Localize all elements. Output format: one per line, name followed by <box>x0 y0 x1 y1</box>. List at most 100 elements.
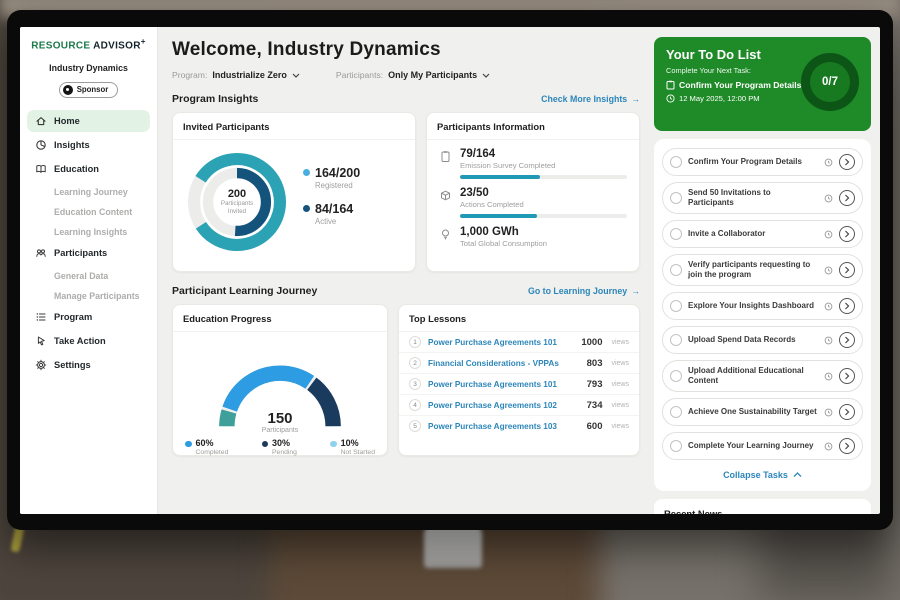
task-open-button[interactable] <box>839 404 855 420</box>
task-checkbox[interactable] <box>670 334 682 346</box>
sidebar-item-insights[interactable]: Insights <box>27 134 150 156</box>
invited-donut-chart: 200 Participants Invited <box>181 146 293 258</box>
todo-tasks-card: Confirm Your Program Details Send 50 Inv… <box>654 139 871 491</box>
sidebar-item-label: Settings <box>54 360 91 370</box>
chevron-down-icon <box>482 73 490 78</box>
arrow-right-icon: → <box>631 94 640 104</box>
sidebar-item-label: Education <box>54 164 99 174</box>
sidebar-subitem-label: Education Content <box>54 207 132 217</box>
task-open-button[interactable] <box>839 190 855 206</box>
chevron-up-icon <box>793 472 802 478</box>
sidebar-subitem-label: Manage Participants <box>54 291 140 301</box>
task-row[interactable]: Explore Your Insights Dashboard <box>662 292 863 320</box>
emission-survey-stat: 79/164 Emission Survey Completed <box>427 140 639 179</box>
sidebar-item-general-data[interactable]: General Data <box>27 266 150 286</box>
task-checkbox[interactable] <box>670 300 682 312</box>
stat-label: Total Global Consumption <box>460 239 627 248</box>
lesson-link[interactable]: Power Purchase Agreements 102 <box>428 401 580 410</box>
task-open-button[interactable] <box>839 154 855 170</box>
task-checkbox[interactable] <box>670 440 682 452</box>
participants-value: Only My Participants <box>388 70 477 80</box>
dashboard-screen: RESOURCE ADVISOR+ Industry Dynamics Spon… <box>20 27 880 514</box>
sponsor-badge-label: Sponsor <box>77 85 109 94</box>
task-label: Send 50 Invitations to Participants <box>688 188 818 208</box>
sidebar-item-label: Program <box>54 312 92 322</box>
stat-label: Actions Completed <box>460 200 627 209</box>
filter-bar: Program: Industrialize Zero Participants… <box>172 70 640 80</box>
invited-participants-title: Invited Participants <box>173 113 415 140</box>
sidebar-subitem-label: Learning Journey <box>54 187 128 197</box>
invited-center-label: Participants <box>221 200 253 207</box>
book-icon <box>35 163 47 175</box>
task-row[interactable]: Send 50 Invitations to Participants <box>662 182 863 214</box>
lesson-rank: 4 <box>409 399 421 411</box>
lesson-views: 1000 <box>581 337 602 348</box>
sidebar-item-take-action[interactable]: Take Action <box>27 330 150 352</box>
task-checkbox[interactable] <box>670 192 682 204</box>
page-title: Welcome, Industry Dynamics <box>172 39 640 61</box>
program-dropdown[interactable]: Program: Industrialize Zero <box>172 70 300 80</box>
sidebar-item-learning-journey[interactable]: Learning Journey <box>27 182 150 202</box>
lesson-rank: 5 <box>409 420 421 432</box>
task-open-button[interactable] <box>839 262 855 278</box>
sidebar-item-participants[interactable]: Participants <box>27 242 150 264</box>
task-row[interactable]: Upload Spend Data Records <box>662 326 863 354</box>
sidebar-item-manage-participants[interactable]: Manage Participants <box>27 286 150 306</box>
task-open-button[interactable] <box>839 368 855 384</box>
task-open-button[interactable] <box>839 438 855 454</box>
clock-icon <box>824 372 833 381</box>
sidebar-subitem-label: Learning Insights <box>54 227 127 237</box>
task-row[interactable]: Invite a Collaborator <box>662 220 863 248</box>
lesson-views: 600 <box>587 421 603 432</box>
task-open-button[interactable] <box>839 226 855 242</box>
todo-header-card: Your To Do List Complete Your Next Task:… <box>654 37 871 131</box>
lesson-row: 5 Power Purchase Agreements 103 600 view… <box>399 416 639 436</box>
sidebar-item-learning-insights[interactable]: Learning Insights <box>27 222 150 242</box>
task-checkbox[interactable] <box>670 406 682 418</box>
legend-pct: 30% <box>272 438 297 448</box>
top-lessons-title: Top Lessons <box>399 305 639 332</box>
lesson-link[interactable]: Power Purchase Agreements 101 <box>428 380 580 389</box>
gauge-center-label: Participants <box>187 427 373 434</box>
cursor-icon <box>35 335 47 347</box>
task-row[interactable]: Achieve One Sustainability Target <box>662 398 863 426</box>
task-row[interactable]: Complete Your Learning Journey <box>662 432 863 460</box>
stat-value: 1,000 GWh <box>460 226 627 238</box>
sidebar-item-program[interactable]: Program <box>27 306 150 328</box>
participants-dropdown[interactable]: Participants: Only My Participants <box>336 70 490 80</box>
task-label: Verify participants requesting to join t… <box>688 260 818 280</box>
todo-panel: Your To Do List Complete Your Next Task:… <box>650 27 880 514</box>
collapse-tasks-link[interactable]: Collapse Tasks <box>662 466 863 487</box>
bulb-icon <box>439 228 452 241</box>
sidebar-item-education-content[interactable]: Education Content <box>27 202 150 222</box>
lesson-rank: 3 <box>409 378 421 390</box>
task-row[interactable]: Confirm Your Program Details <box>662 148 863 176</box>
progress-fill <box>460 214 537 218</box>
sidebar-item-home[interactable]: Home <box>27 110 150 132</box>
lesson-link[interactable]: Power Purchase Agreements 103 <box>428 422 580 431</box>
task-row[interactable]: Upload Additional Educational Content <box>662 360 863 392</box>
task-checkbox[interactable] <box>670 228 682 240</box>
task-label: Upload Spend Data Records <box>688 335 818 345</box>
program-insights-title: Program Insights <box>172 93 258 105</box>
todo-progress-value: 0/7 <box>822 76 838 88</box>
sidebar-item-education[interactable]: Education <box>27 158 150 180</box>
task-checkbox[interactable] <box>670 264 682 276</box>
gauge-legend: 60% Completed 30% Pending 10% Not Starte… <box>173 434 387 456</box>
sidebar-item-label: Home <box>54 116 80 126</box>
go-to-learning-journey-link[interactable]: Go to Learning Journey → <box>528 286 640 296</box>
sidebar-item-label: Take Action <box>54 336 106 346</box>
task-open-button[interactable] <box>839 298 855 314</box>
task-checkbox[interactable] <box>670 370 682 382</box>
task-open-button[interactable] <box>839 332 855 348</box>
clock-icon <box>824 408 833 417</box>
legend-dot <box>262 441 269 448</box>
sidebar-item-settings[interactable]: Settings <box>27 354 150 376</box>
check-more-insights-link[interactable]: Check More Insights → <box>541 94 640 104</box>
lesson-row: 4 Power Purchase Agreements 102 734 view… <box>399 395 639 416</box>
task-checkbox[interactable] <box>670 156 682 168</box>
lesson-link[interactable]: Power Purchase Agreements 101 <box>428 338 574 347</box>
lesson-link[interactable]: Financial Considerations - VPPAs <box>428 359 580 368</box>
global-consumption-stat: 1,000 GWh Total Global Consumption <box>427 218 639 248</box>
task-row[interactable]: Verify participants requesting to join t… <box>662 254 863 286</box>
